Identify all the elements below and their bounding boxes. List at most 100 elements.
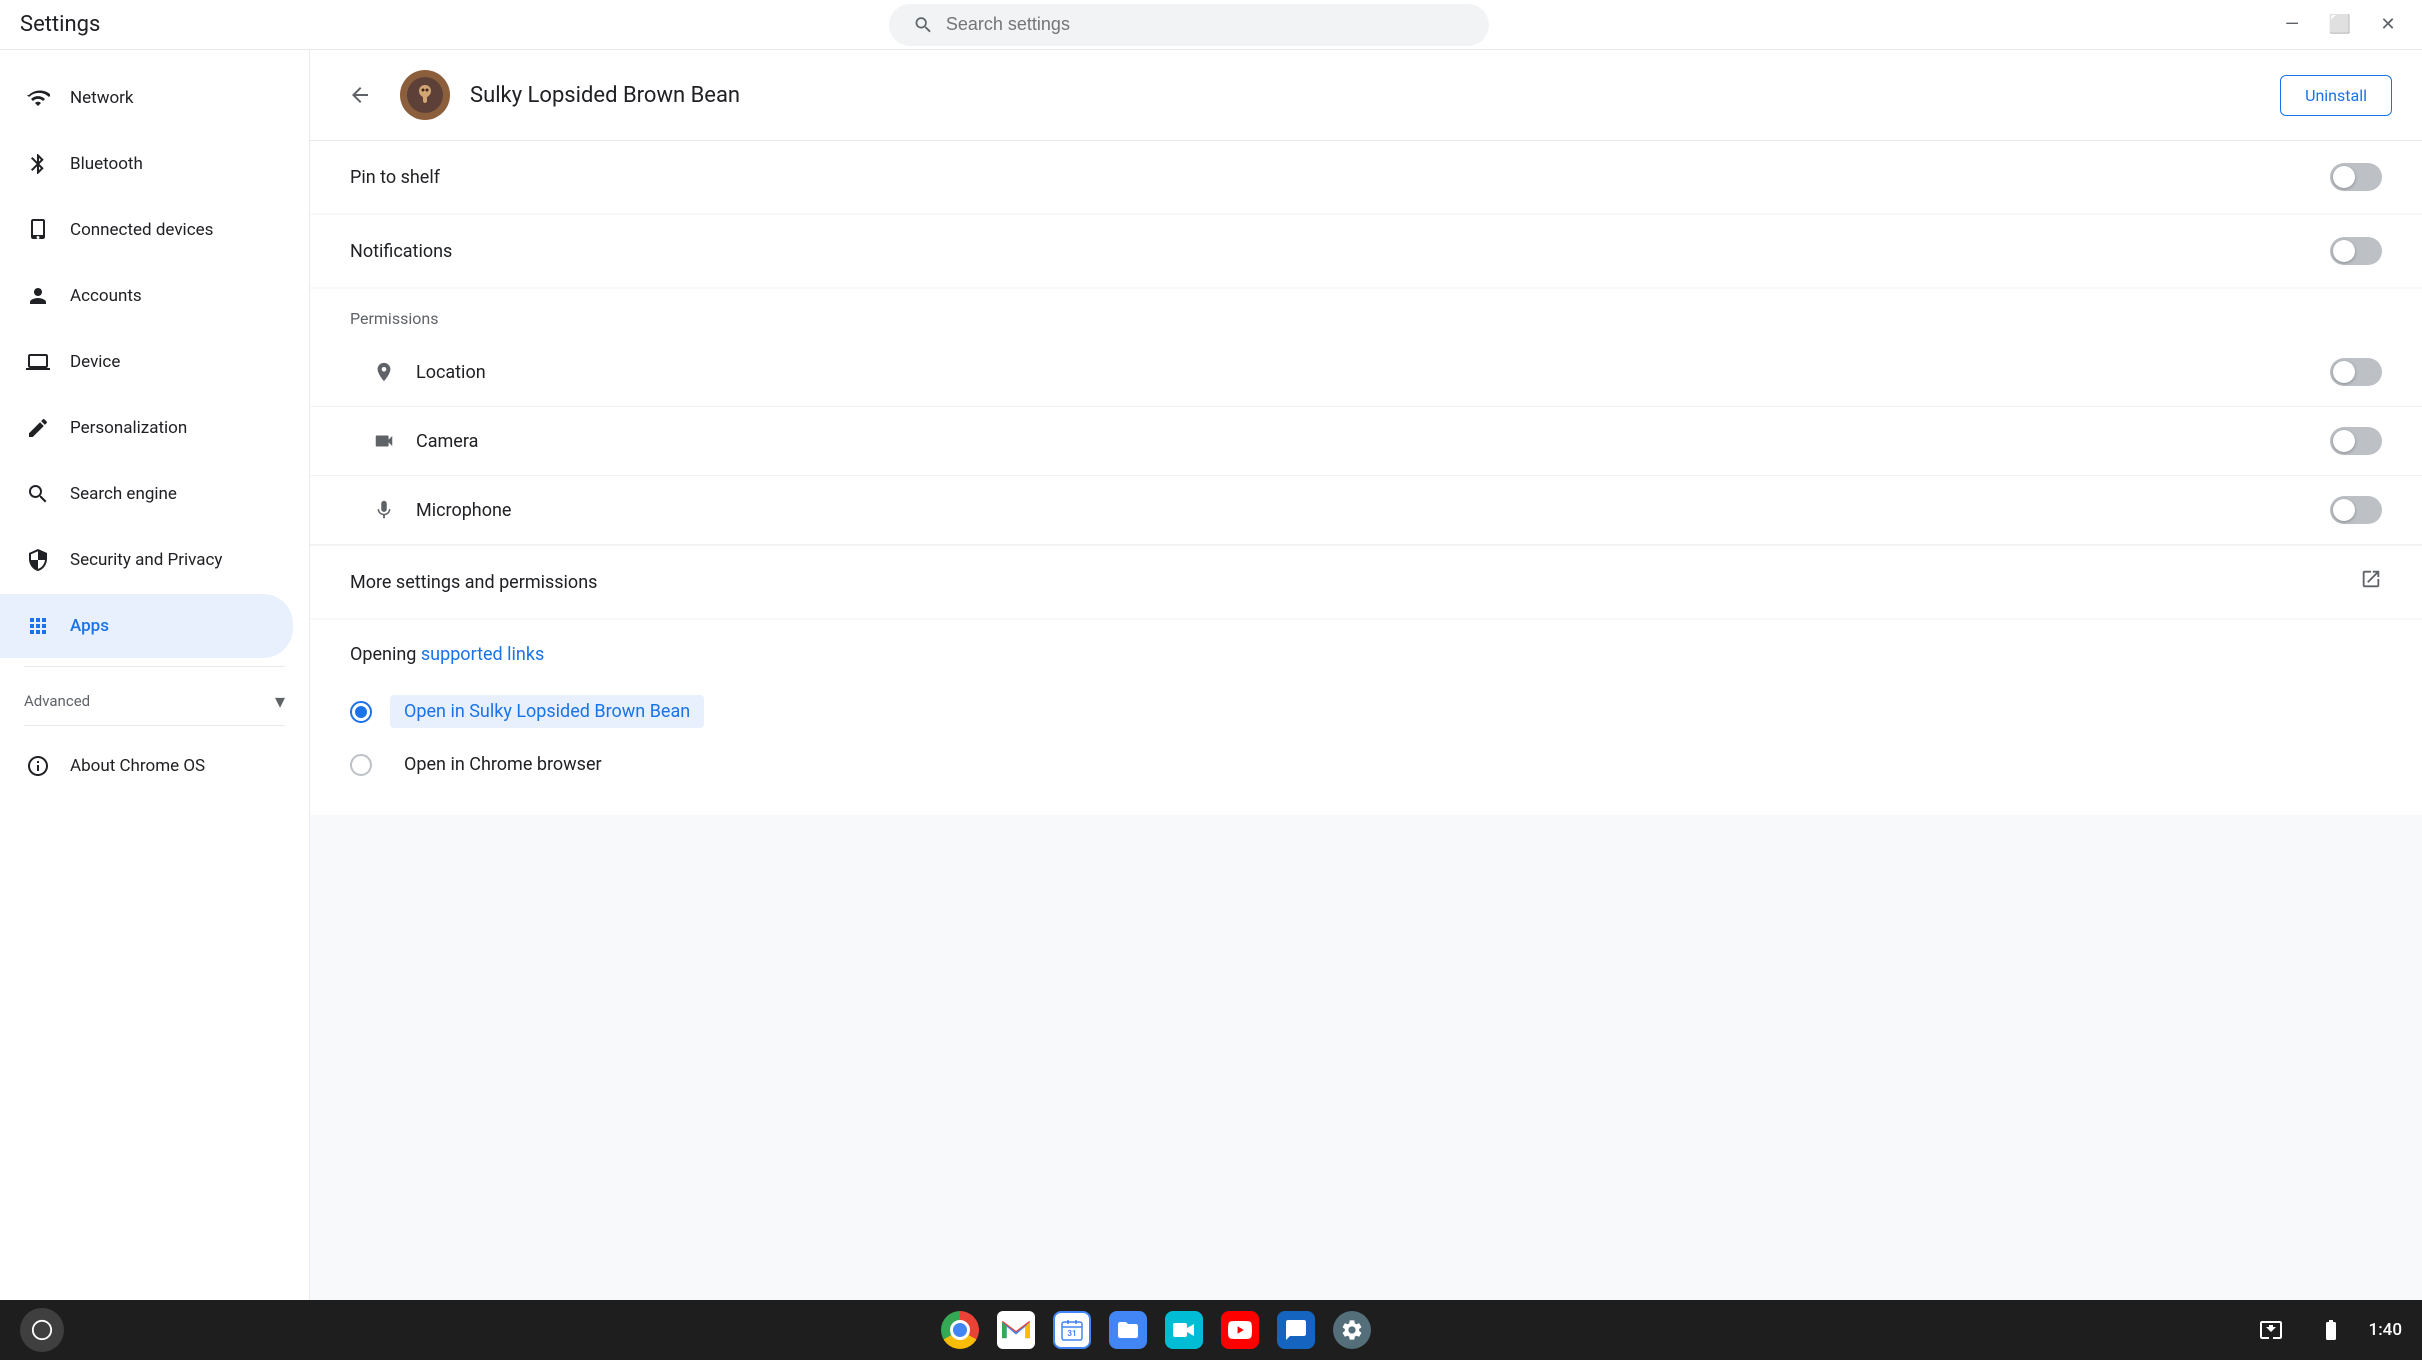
- chrome-icon: [941, 1311, 979, 1349]
- more-settings-label: More settings and permissions: [350, 572, 597, 593]
- microphone-left: Microphone: [370, 496, 511, 524]
- main-layout: Network Bluetooth Connected devices Acco…: [0, 50, 2422, 1300]
- uninstall-button[interactable]: Uninstall: [2280, 75, 2392, 116]
- sidebar-item-security[interactable]: Security and Privacy: [0, 528, 293, 592]
- chevron-down-icon: ▾: [275, 689, 285, 713]
- microphone-label: Microphone: [416, 500, 511, 521]
- open-in-chrome-option[interactable]: Open in Chrome browser: [350, 738, 2382, 791]
- search-bar[interactable]: [889, 4, 1489, 46]
- screen-mirror-icon[interactable]: [2249, 1308, 2293, 1352]
- content-area: Sulky Lopsided Brown Bean Uninstall Pin …: [310, 50, 2422, 1300]
- taskbar-meet[interactable]: [1162, 1308, 1206, 1352]
- taskbar-files[interactable]: [1106, 1308, 1150, 1352]
- advanced-label: Advanced: [24, 692, 90, 710]
- pin-to-shelf-toggle[interactable]: [2330, 163, 2382, 191]
- opening-section: Opening supported links Open in Sulky Lo…: [310, 620, 2422, 815]
- camera-icon: [370, 427, 398, 455]
- sidebar: Network Bluetooth Connected devices Acco…: [0, 50, 310, 1300]
- external-link-icon: [2360, 568, 2382, 596]
- permissions-section: Location Camera: [310, 338, 2422, 545]
- back-button[interactable]: [340, 75, 380, 115]
- taskbar-left: [20, 1308, 64, 1352]
- pin-to-shelf-label: Pin to shelf: [350, 167, 440, 188]
- taskbar-settings[interactable]: [1330, 1308, 1374, 1352]
- search-icon: [913, 14, 934, 36]
- notifications-label: Notifications: [350, 241, 452, 262]
- taskbar-gmail[interactable]: [994, 1308, 1038, 1352]
- connected-devices-icon: [24, 216, 52, 244]
- files-icon: [1109, 1311, 1147, 1349]
- taskbar-youtube[interactable]: [1218, 1308, 1262, 1352]
- messages-icon: [1277, 1311, 1315, 1349]
- supported-links-link[interactable]: supported links: [421, 644, 544, 665]
- device-icon: [24, 348, 52, 376]
- meet-icon: [1165, 1311, 1203, 1349]
- sidebar-item-apps[interactable]: Apps: [0, 594, 293, 658]
- sidebar-item-advanced[interactable]: Advanced ▾: [0, 675, 309, 717]
- youtube-icon: [1221, 1311, 1259, 1349]
- camera-toggle[interactable]: [2330, 427, 2382, 455]
- location-toggle[interactable]: [2330, 358, 2382, 386]
- sidebar-divider: [24, 666, 285, 667]
- opening-prefix: Opening: [350, 644, 421, 665]
- taskbar-calendar[interactable]: 31: [1050, 1308, 1094, 1352]
- location-icon: [370, 358, 398, 386]
- app-icon: [400, 70, 450, 120]
- notifications-toggle[interactable]: [2330, 237, 2382, 265]
- sidebar-item-accounts[interactable]: Accounts: [0, 264, 293, 328]
- open-in-app-radio[interactable]: [350, 701, 372, 723]
- sidebar-item-connected-devices[interactable]: Connected devices: [0, 198, 293, 262]
- sidebar-divider-2: [24, 725, 285, 726]
- location-label: Location: [416, 362, 486, 383]
- sidebar-item-bluetooth-label: Bluetooth: [70, 154, 143, 174]
- open-in-app-label: Open in Sulky Lopsided Brown Bean: [390, 695, 704, 728]
- opening-label: Opening supported links: [350, 644, 2382, 665]
- svg-text:31: 31: [1068, 1329, 1077, 1338]
- more-settings-row[interactable]: More settings and permissions: [310, 545, 2422, 618]
- search-input[interactable]: [946, 14, 1465, 35]
- clock: 1:40: [2369, 1320, 2402, 1340]
- location-left: Location: [370, 358, 486, 386]
- notifications-row: Notifications: [310, 215, 2422, 287]
- minimize-button[interactable]: —: [2278, 11, 2306, 39]
- sidebar-item-personalization-label: Personalization: [70, 418, 187, 438]
- sidebar-item-accounts-label: Accounts: [70, 286, 142, 306]
- notifications-section: Notifications: [310, 215, 2422, 287]
- gmail-icon: [997, 1311, 1035, 1349]
- taskbar-chrome[interactable]: [938, 1308, 982, 1352]
- sidebar-item-search-engine[interactable]: Search engine: [0, 462, 293, 526]
- sidebar-item-connected-label: Connected devices: [70, 220, 213, 240]
- microphone-toggle[interactable]: [2330, 496, 2382, 524]
- taskbar: 31: [0, 1300, 2422, 1360]
- open-in-app-option[interactable]: Open in Sulky Lopsided Brown Bean: [350, 685, 2382, 738]
- about-icon: [24, 752, 52, 780]
- taskbar-messages[interactable]: [1274, 1308, 1318, 1352]
- title-bar: Settings — ⬜ ✕: [0, 0, 2422, 50]
- taskbar-center: 31: [938, 1308, 1374, 1352]
- sidebar-item-network-label: Network: [70, 88, 134, 108]
- taskbar-right: 1:40: [2249, 1308, 2402, 1352]
- camera-permission-row: Camera: [310, 407, 2422, 476]
- sidebar-item-bluetooth[interactable]: Bluetooth: [0, 132, 293, 196]
- close-button[interactable]: ✕: [2374, 11, 2402, 39]
- maximize-button[interactable]: ⬜: [2326, 11, 2354, 39]
- app-name: Sulky Lopsided Brown Bean: [470, 83, 2260, 108]
- about-label: About Chrome OS: [70, 756, 205, 776]
- sidebar-item-security-label: Security and Privacy: [70, 550, 222, 570]
- sidebar-item-personalization[interactable]: Personalization: [0, 396, 293, 460]
- camera-label: Camera: [416, 431, 478, 452]
- calendar-icon: 31: [1053, 1311, 1091, 1349]
- sidebar-item-search-engine-label: Search engine: [70, 484, 177, 504]
- location-permission-row: Location: [310, 338, 2422, 407]
- battery-icon[interactable]: [2309, 1308, 2353, 1352]
- app-logo: [407, 77, 443, 113]
- permissions-header: Permissions: [310, 289, 2422, 338]
- personalization-icon: [24, 414, 52, 442]
- sidebar-item-device[interactable]: Device: [0, 330, 293, 394]
- open-in-chrome-radio[interactable]: [350, 754, 372, 776]
- microphone-icon: [370, 496, 398, 524]
- home-button[interactable]: [20, 1308, 64, 1352]
- sidebar-item-about[interactable]: About Chrome OS: [0, 734, 293, 798]
- app-header: Sulky Lopsided Brown Bean Uninstall: [310, 50, 2422, 141]
- sidebar-item-network[interactable]: Network: [0, 66, 293, 130]
